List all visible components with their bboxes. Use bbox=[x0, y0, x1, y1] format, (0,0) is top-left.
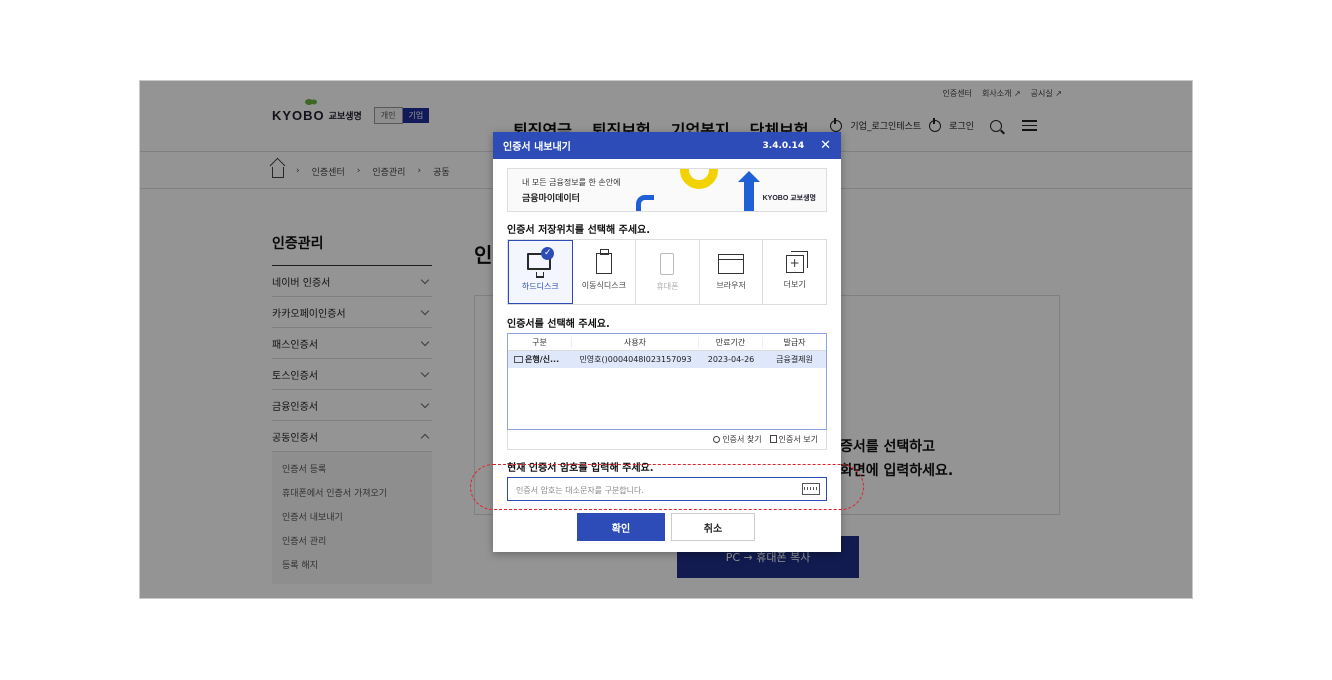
location-label: 더보기 bbox=[783, 279, 806, 289]
document-icon bbox=[769, 435, 777, 443]
location-phone[interactable]: 휴대폰 bbox=[636, 240, 700, 304]
banner-line1: 내 모든 금융정보를 한 손안에 bbox=[522, 178, 621, 187]
close-icon[interactable]: ✕ bbox=[820, 138, 831, 153]
banner-line2: 금융마이데이터 bbox=[522, 194, 580, 204]
column-header: 만료기간 bbox=[699, 336, 763, 348]
highlight-annotation bbox=[470, 464, 864, 510]
cert-user: 민영호()0004048I023157093 bbox=[579, 355, 692, 364]
table-row[interactable]: 은행/신... 민영호()0004048I023157093 2023-04-2… bbox=[508, 351, 826, 368]
cert-type: 은행/신... bbox=[525, 355, 560, 364]
location-label: 이동식디스크 bbox=[581, 281, 626, 290]
location-selector: ✓ 하드디스크 이동식디스크 휴대폰 브라우저 + 더보기 bbox=[507, 239, 827, 305]
location-label: 하드디스크 bbox=[521, 281, 559, 291]
banner-logo: KYOBO 교보생명 bbox=[762, 195, 816, 202]
cancel-button[interactable]: 취소 bbox=[671, 513, 755, 541]
plus-icon: + bbox=[785, 250, 808, 273]
column-header: 발급자 bbox=[783, 337, 806, 347]
cert-expire: 2023-04-26 bbox=[707, 355, 755, 364]
location-more[interactable]: + 더보기 bbox=[763, 240, 826, 304]
background-page: 인증센터 회사소개 ↗ 공시실 ↗ KYOBO 교보생명 개인 기업 퇴직연금 … bbox=[140, 81, 1192, 598]
column-header: 사용자 bbox=[572, 336, 699, 348]
confirm-button[interactable]: 확인 bbox=[577, 513, 665, 541]
table-header: 구분 사용자 만료기간 발급자 bbox=[508, 334, 826, 351]
banner-graphic bbox=[636, 195, 654, 211]
browser-icon bbox=[718, 253, 745, 274]
find-cert-label: 인증서 찾기 bbox=[722, 435, 762, 444]
dialog-version: 3.4.0.14 bbox=[762, 140, 805, 151]
find-cert-button[interactable]: 인증서 찾기 bbox=[713, 434, 762, 445]
dialog-buttons: 확인 취소 bbox=[577, 513, 755, 541]
phone-icon bbox=[660, 252, 675, 275]
usb-icon bbox=[595, 249, 612, 274]
table-footer: 인증서 찾기 인증서 보기 bbox=[507, 430, 827, 450]
search-icon bbox=[713, 436, 721, 443]
mydata-banner[interactable]: 내 모든 금융정보를 한 손안에 금융마이데이터 KYOBO 교보생명 bbox=[507, 168, 827, 212]
dialog-header: 인증서 내보내기 3.4.0.14 ✕ bbox=[493, 132, 841, 159]
location-label: 휴대폰 bbox=[656, 281, 679, 291]
location-label: 브라우저 bbox=[716, 280, 746, 290]
check-icon: ✓ bbox=[541, 246, 555, 260]
dialog-title: 인증서 내보내기 bbox=[503, 142, 571, 153]
cert-issuer: 금융결제원 bbox=[776, 355, 813, 364]
location-browser[interactable]: 브라우저 bbox=[700, 240, 764, 304]
location-removable[interactable]: 이동식디스크 bbox=[573, 240, 637, 304]
column-header: 구분 bbox=[508, 336, 572, 348]
banner-graphic bbox=[680, 169, 718, 189]
view-cert-label: 인증서 보기 bbox=[778, 435, 818, 444]
view-cert-button[interactable]: 인증서 보기 bbox=[769, 434, 818, 445]
select-title: 인증서를 선택해 주세요. bbox=[507, 319, 610, 330]
browser-frame: 인증센터 회사소개 ↗ 공시실 ↗ KYOBO 교보생명 개인 기업 퇴직연금 … bbox=[139, 80, 1193, 599]
banner-arrow-icon bbox=[738, 171, 760, 211]
location-title: 인증서 저장위치를 선택해 주세요. bbox=[507, 225, 651, 236]
certificate-icon bbox=[514, 356, 523, 363]
cert-table: 구분 사용자 만료기간 발급자 은행/신... 민영호()0004048I023… bbox=[507, 333, 827, 430]
location-harddisk[interactable]: ✓ 하드디스크 bbox=[508, 240, 573, 304]
